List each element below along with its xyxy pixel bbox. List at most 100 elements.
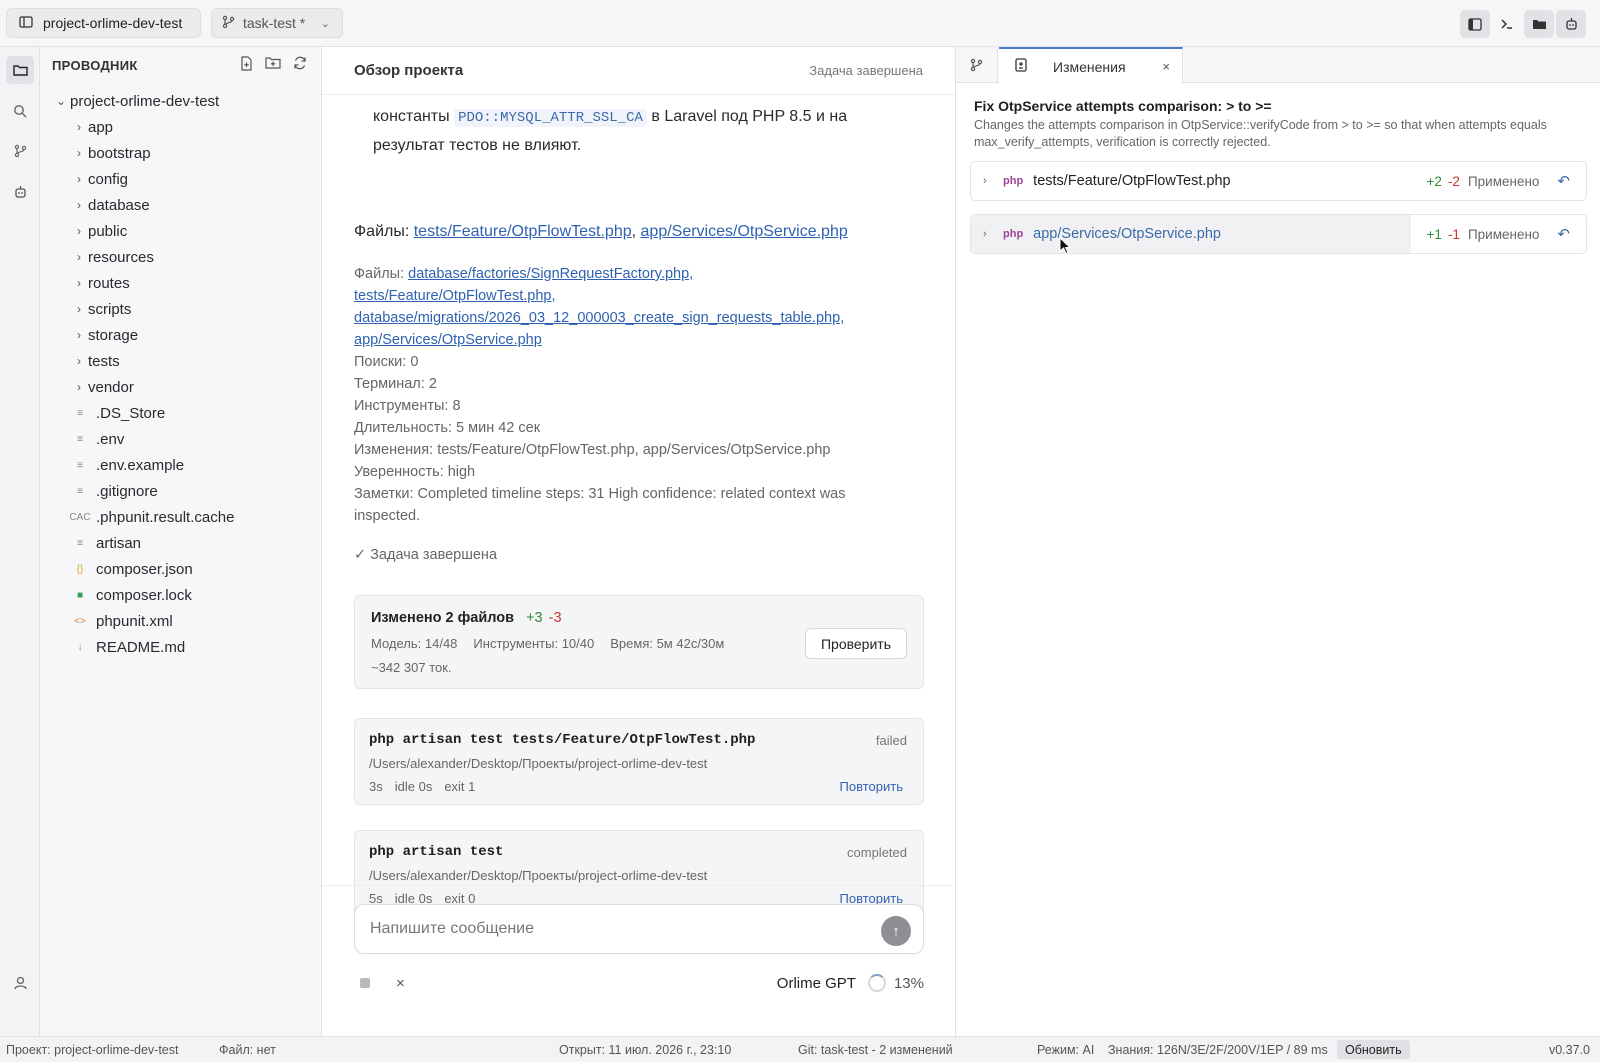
commit-description: Changes the attempts comparison in OtpSe… (974, 118, 1547, 149)
chevron-right-icon: › (77, 354, 81, 368)
tree-file[interactable]: {} composer.json (40, 556, 321, 582)
tree-file[interactable]: ■ composer.lock (40, 582, 321, 608)
cancel-button[interactable]: × (396, 975, 405, 992)
meta-line: Заметки: Completed timeline steps: 31 Hi… (354, 486, 846, 502)
send-arrow-icon[interactable]: ↑ (881, 916, 911, 946)
message-input[interactable]: Напишите сообщение ↑ (354, 904, 924, 954)
tree-item-label: .phpunit.result.cache (96, 508, 235, 526)
tree-file[interactable]: ≡ artisan (40, 530, 321, 556)
tree-folder[interactable]: › scripts (40, 296, 321, 322)
agent-robot-icon[interactable] (6, 178, 34, 206)
tree-file[interactable]: ↓ README.md (40, 634, 321, 660)
file-link[interactable]: tests/Feature/OtpFlowTest.php, (354, 288, 555, 304)
tree-item-label: public (88, 222, 128, 240)
message-text: константы (373, 108, 450, 125)
tree-item-label: vendor (88, 378, 134, 396)
revert-icon[interactable]: ↶ (1557, 172, 1570, 190)
task-status: Задача завершена (809, 63, 923, 78)
added-lines: +2 (1426, 173, 1442, 189)
account-icon[interactable] (6, 969, 34, 997)
file-link[interactable]: database/migrations/2026_03_12_000003_cr… (354, 310, 844, 326)
chevron-down-icon: ⌄ (55, 94, 67, 108)
chat-title: Обзор проекта (354, 62, 464, 79)
file-tree: ⌄ project-orlime-dev-test › app › bootstrap › c… (40, 88, 321, 660)
branch-name: task-test * (243, 15, 306, 31)
file-type-icon: ≡ (77, 433, 83, 445)
stop-icon[interactable] (360, 978, 370, 988)
review-button[interactable]: Проверить (805, 628, 907, 659)
refresh-icon[interactable] (293, 56, 307, 74)
tree-item-label: project-orlime-dev-test (70, 92, 220, 110)
toggle-sidebar-icon[interactable] (1460, 10, 1490, 38)
tree-folder[interactable]: › storage (40, 322, 321, 348)
tree-folder[interactable]: › database (40, 192, 321, 218)
commit-title: Fix OtpService attempts comparison: > to… (974, 98, 1272, 114)
file-link[interactable]: app/Services/OtpService.php (641, 223, 848, 240)
tree-folder[interactable]: › vendor (40, 374, 321, 400)
tree-item-label: scripts (88, 300, 132, 318)
file-link[interactable]: app/Services/OtpService.php (354, 332, 542, 348)
tree-file[interactable]: ≡ .env (40, 426, 321, 452)
folder-icon[interactable] (1524, 10, 1554, 38)
meta-line: Уверенность: high (354, 464, 476, 480)
tree-item-label: routes (88, 274, 130, 292)
file-type-icon: CAC (69, 511, 91, 523)
files-label: Файлы: (354, 223, 410, 240)
summary-title: Изменено 2 файлов +3 -3 (371, 610, 562, 626)
search-icon[interactable] (6, 97, 34, 125)
branch-switcher-button[interactable]: task-test * ⌄ (211, 8, 343, 38)
title-bar-actions (1460, 9, 1586, 39)
chevron-right-icon: › (77, 250, 81, 264)
tree-folder[interactable]: › resources (40, 244, 321, 270)
project-switcher-button[interactable]: project-orlime-dev-test (6, 8, 201, 38)
tree-item-label: .gitignore (96, 482, 158, 500)
tree-item-label: .DS_Store (96, 404, 166, 422)
new-file-icon[interactable] (240, 56, 253, 74)
revert-icon[interactable]: ↶ (1557, 225, 1570, 243)
file-link[interactable]: tests/Feature/OtpFlowTest.php (414, 223, 632, 240)
changes-panel: Изменения × Fix OtpService attempts comp… (956, 47, 1600, 1036)
tab-changes[interactable]: Изменения × (999, 47, 1183, 84)
separator: , (631, 223, 637, 240)
tree-folder[interactable]: › public (40, 218, 321, 244)
file-link[interactable]: database/factories/SignRequestFactory.ph… (408, 266, 693, 282)
status-version: v0.37.0 (1548, 1043, 1590, 1057)
tree-file[interactable]: CAC .phpunit.result.cache (40, 504, 321, 530)
file-explorer: ПРОВОДНИК ⌄ project-orlime-dev-test › app › b… (40, 47, 322, 1036)
status-git[interactable]: Git: task-test - 2 изменений (798, 1043, 953, 1057)
applied-status: Применено (1467, 226, 1540, 242)
changed-file-row[interactable]: › php tests/Feature/OtpFlowTest.php +2 -… (970, 161, 1587, 201)
tree-file[interactable]: ≡ .env.example (40, 452, 321, 478)
tree-file[interactable]: <> phpunit.xml (40, 608, 321, 634)
chevron-right-icon: › (77, 380, 81, 394)
tree-root-folder[interactable]: ⌄ project-orlime-dev-test (40, 88, 321, 114)
tree-folder[interactable]: › bootstrap (40, 140, 321, 166)
new-folder-icon[interactable] (265, 56, 281, 74)
git-branch-tab-icon[interactable] (956, 47, 998, 83)
mouse-cursor-icon (1059, 236, 1072, 258)
meta-line: Длительность: 5 мин 42 сек (354, 420, 541, 436)
chevron-right-icon[interactable]: › (983, 228, 997, 240)
model-selector[interactable]: Orlime GPT (777, 975, 856, 992)
tree-folder[interactable]: › routes (40, 270, 321, 296)
source-control-icon[interactable] (6, 137, 34, 165)
tree-folder[interactable]: › config (40, 166, 321, 192)
terminal-icon[interactable] (1492, 10, 1522, 38)
changed-file-name[interactable]: tests/Feature/OtpFlowTest.php (1033, 173, 1230, 189)
command-idle: idle 0s (394, 779, 433, 794)
changes-summary-card: Изменено 2 файлов +3 -3 Модель: 14/48 Инс… (354, 595, 924, 689)
tree-folder[interactable]: › tests (40, 348, 321, 374)
tree-file[interactable]: ≡ .gitignore (40, 478, 321, 504)
retry-button[interactable]: Повторить (840, 779, 903, 794)
refresh-button[interactable]: Обновить (1337, 1040, 1410, 1059)
assistant-robot-icon[interactable] (1556, 10, 1586, 38)
tree-item-label: database (88, 196, 150, 214)
tree-file[interactable]: ≡ .DS_Store (40, 400, 321, 426)
removed-count: -3 (548, 610, 562, 626)
explorer-folder-icon[interactable] (6, 56, 34, 84)
chevron-right-icon[interactable]: › (983, 175, 997, 187)
tree-folder[interactable]: › app (40, 114, 321, 140)
status-file: Файл: нет (219, 1043, 276, 1057)
close-tab-icon[interactable]: × (1162, 59, 1170, 74)
composer-divider (322, 885, 956, 886)
